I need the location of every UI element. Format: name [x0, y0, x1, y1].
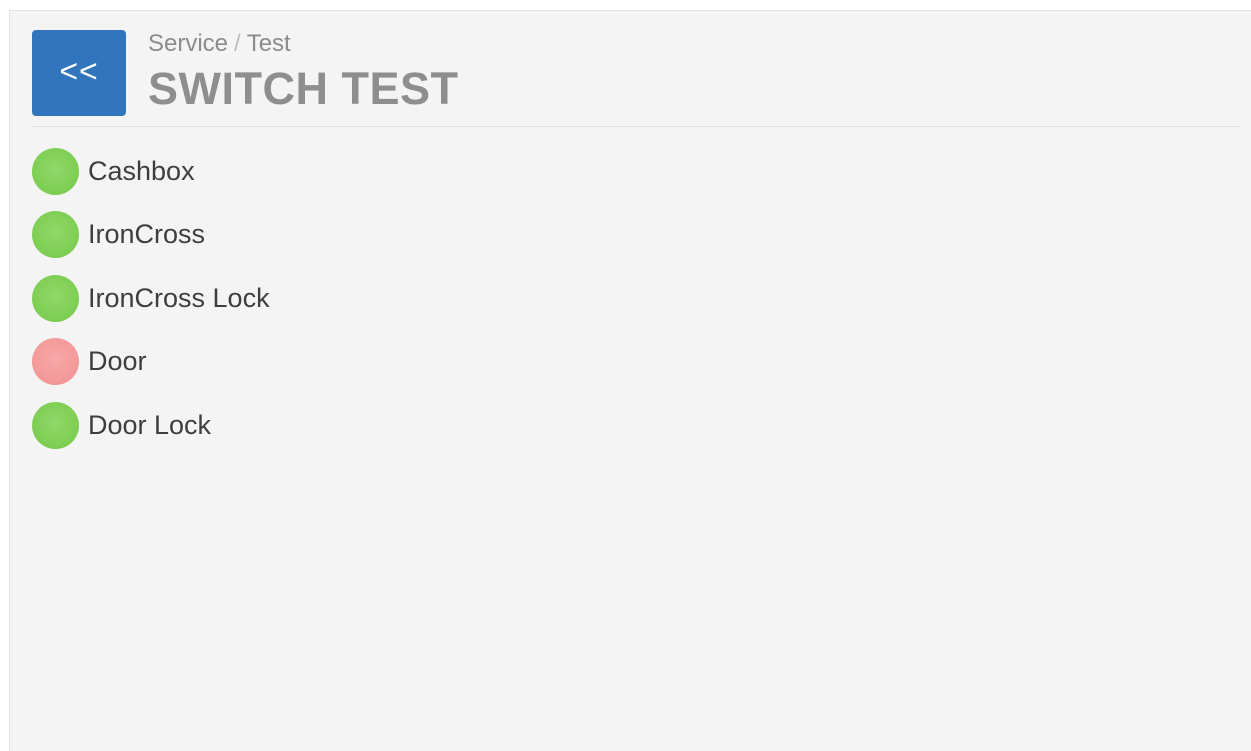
status-indicator-icon — [32, 211, 79, 258]
status-indicator-icon — [32, 274, 79, 322]
switch-label: IronCross — [88, 219, 206, 249]
switch-label: Cashbox — [88, 155, 195, 186]
switch-label: Door Lock — [88, 409, 212, 440]
switch-row-ironcross-lock: IronCross Lock — [32, 274, 270, 322]
switch-label: Door — [88, 346, 147, 376]
switch-label: IronCross Lock — [88, 282, 270, 313]
breadcrumb-separator: / — [234, 30, 241, 57]
switch-row-cashbox: Cashbox — [32, 147, 270, 195]
page-header: << Service / Test SWITCH TEST — [32, 30, 1240, 127]
status-indicator-icon — [32, 338, 79, 385]
switch-list: Cashbox IronCross IronCross Lock Door Do… — [32, 147, 270, 465]
switch-row-door-lock: Door Lock — [32, 401, 270, 449]
breadcrumb-service[interactable]: Service — [148, 30, 228, 57]
page-title: SWITCH TEST — [148, 63, 459, 114]
back-button[interactable]: << — [32, 30, 126, 116]
switch-row-ironcross: IronCross — [32, 211, 270, 259]
status-indicator-icon — [32, 147, 79, 195]
switch-test-panel: << Service / Test SWITCH TEST Cashbox Iron… — [9, 10, 1251, 751]
breadcrumb-test[interactable]: Test — [247, 30, 291, 57]
status-indicator-icon — [32, 401, 79, 449]
breadcrumb: Service / Test — [148, 30, 291, 58]
switch-row-door: Door — [32, 338, 270, 386]
